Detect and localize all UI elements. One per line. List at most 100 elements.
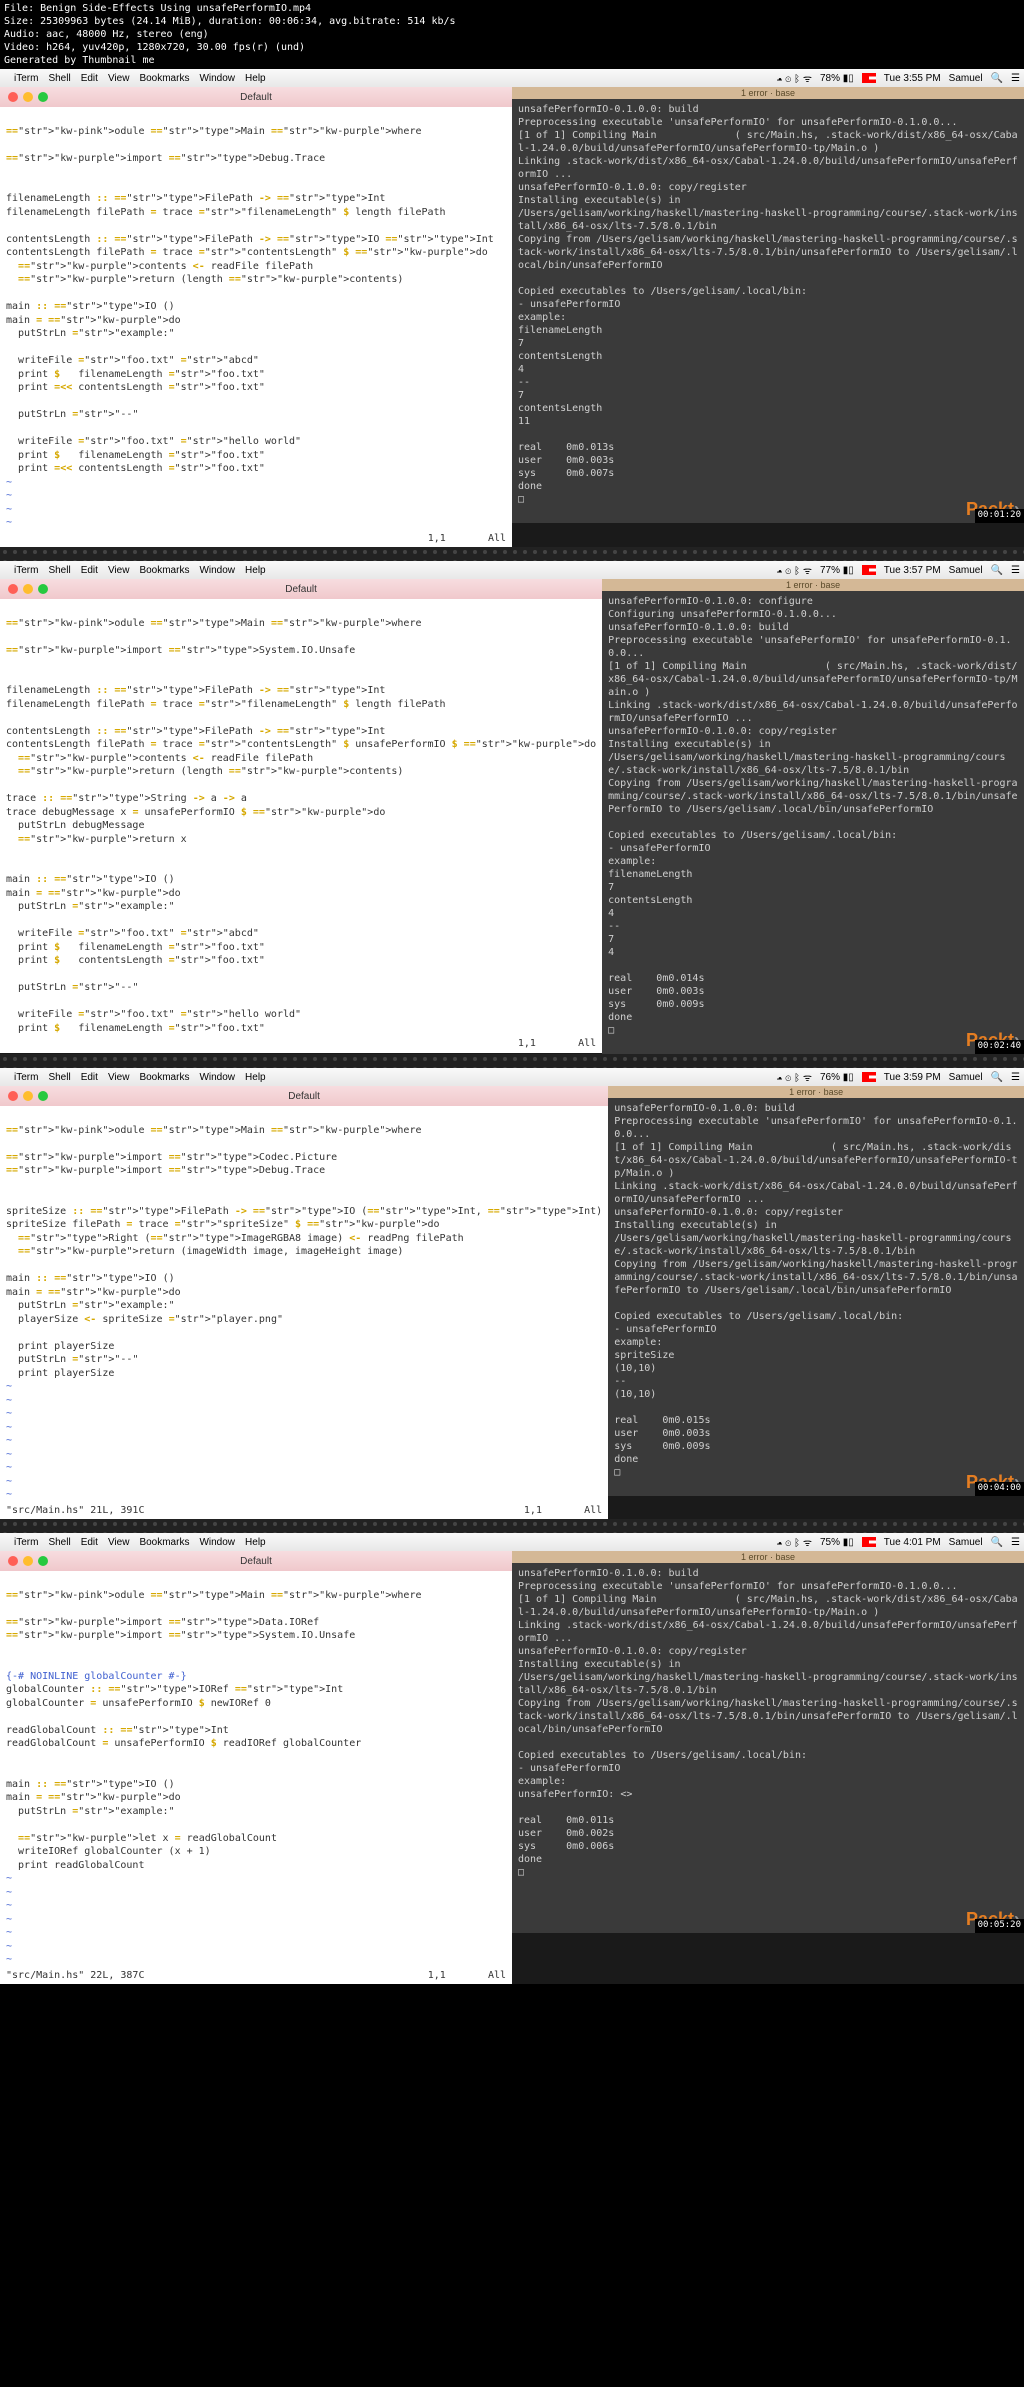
menu-item[interactable]: iTerm bbox=[14, 1072, 38, 1083]
status-file: "src/Main.hs" 22L, 387C bbox=[6, 1969, 144, 1983]
code-editor[interactable]: =="str">"kw-pink">odule =="str">"type">M… bbox=[0, 107, 512, 547]
status-bar: ☁ ⊙ ᛒ ᯤ 76% ▮▯ Tue 3:59 PM Samuel 🔍 ☰ bbox=[608, 1068, 1024, 1086]
menu-item[interactable]: Window bbox=[199, 73, 235, 84]
menu-item[interactable]: Shell bbox=[48, 565, 70, 576]
terminal-output[interactable]: unsafePerformIO-0.1.0.0: build Preproces… bbox=[512, 1563, 1024, 1933]
menu-item[interactable]: View bbox=[108, 1072, 130, 1083]
zoom-icon[interactable] bbox=[38, 1091, 48, 1101]
menu-icon[interactable]: ☰ bbox=[1011, 565, 1020, 576]
menu-item[interactable]: Window bbox=[199, 565, 235, 576]
close-icon[interactable] bbox=[8, 1556, 18, 1566]
username: Samuel bbox=[949, 73, 983, 84]
menu-item[interactable]: Bookmarks bbox=[139, 565, 189, 576]
menu-item[interactable]: Help bbox=[245, 565, 266, 576]
error-bar: 1 error · base bbox=[608, 1086, 1024, 1098]
menu-item[interactable]: Bookmarks bbox=[139, 1537, 189, 1548]
menubar[interactable]: iTerm Shell Edit View Bookmarks Window Help bbox=[0, 1533, 512, 1551]
battery-pct: 76% ▮▯ bbox=[820, 1072, 854, 1083]
menu-item[interactable]: View bbox=[108, 565, 130, 576]
menu-item[interactable]: Edit bbox=[81, 565, 98, 576]
menu-item[interactable]: Shell bbox=[48, 73, 70, 84]
menu-icon[interactable]: ☰ bbox=[1011, 73, 1020, 84]
tab-title: Default bbox=[240, 1556, 272, 1567]
search-icon[interactable]: 🔍 bbox=[991, 73, 1003, 84]
terminal-output[interactable]: unsafePerformIO-0.1.0.0: build Preproces… bbox=[512, 99, 1024, 523]
screenshot-row: iTerm Shell Edit View Bookmarks Window Help De… bbox=[0, 561, 1024, 1054]
vim-statusline: "src/Main.hs" 22L, 387C 1,1 All bbox=[0, 1967, 512, 1985]
menu-item[interactable]: Shell bbox=[48, 1072, 70, 1083]
menubar[interactable]: iTerm Shell Edit View Bookmarks Window Help bbox=[0, 69, 512, 87]
window-titlebar[interactable]: Default bbox=[0, 1551, 512, 1571]
close-icon[interactable] bbox=[8, 584, 18, 594]
menu-item[interactable]: iTerm bbox=[14, 565, 38, 576]
menubar[interactable]: iTerm Shell Edit View Bookmarks Window Help bbox=[0, 1068, 608, 1086]
close-icon[interactable] bbox=[8, 92, 18, 102]
status-pos: 1,1 bbox=[428, 1970, 446, 1981]
menu-icon[interactable]: ☰ bbox=[1011, 1537, 1020, 1548]
status-mode: All bbox=[578, 1038, 596, 1049]
menu-item[interactable]: Help bbox=[245, 73, 266, 84]
minimize-icon[interactable] bbox=[23, 1556, 33, 1566]
minimize-icon[interactable] bbox=[23, 584, 33, 594]
clock: Tue 3:59 PM bbox=[884, 1072, 941, 1083]
screenshot-row: iTerm Shell Edit View Bookmarks Window Help De… bbox=[0, 1533, 1024, 1984]
menu-item[interactable]: Edit bbox=[81, 1537, 98, 1548]
close-icon[interactable] bbox=[8, 1091, 18, 1101]
zoom-icon[interactable] bbox=[38, 1556, 48, 1566]
vim-statusline: 1,1 All bbox=[0, 1035, 602, 1053]
meta-file: File: Benign Side-Effects Using unsafePe… bbox=[4, 2, 1020, 15]
username: Samuel bbox=[949, 565, 983, 576]
menu-icon[interactable]: ☰ bbox=[1011, 1072, 1020, 1083]
menu-item[interactable]: Shell bbox=[48, 1537, 70, 1548]
window-titlebar[interactable]: Default bbox=[0, 579, 602, 599]
menubar[interactable]: iTerm Shell Edit View Bookmarks Window Help bbox=[0, 561, 602, 579]
status-icons: ☁ ⊙ ᛒ ᯤ bbox=[777, 1070, 812, 1084]
terminal-output[interactable]: unsafePerformIO-0.1.0.0: configure Confi… bbox=[602, 591, 1024, 1054]
meta-gen: Generated by Thumbnail me bbox=[4, 54, 1020, 67]
menu-item[interactable]: Bookmarks bbox=[139, 1072, 189, 1083]
menu-item[interactable]: Edit bbox=[81, 73, 98, 84]
status-mode: All bbox=[584, 1505, 602, 1516]
menu-item[interactable]: iTerm bbox=[14, 1537, 38, 1548]
menu-item[interactable]: iTerm bbox=[14, 73, 38, 84]
meta-size: Size: 25309963 bytes (24.14 MiB), durati… bbox=[4, 15, 1020, 28]
window-titlebar[interactable]: Default bbox=[0, 87, 512, 107]
menu-item[interactable]: Edit bbox=[81, 1072, 98, 1083]
window-titlebar[interactable]: Default bbox=[0, 1086, 608, 1106]
zoom-icon[interactable] bbox=[38, 92, 48, 102]
code-editor[interactable]: =="str">"kw-pink">odule =="str">"type">M… bbox=[0, 1106, 608, 1519]
menu-item[interactable]: Bookmarks bbox=[139, 73, 189, 84]
search-icon[interactable]: 🔍 bbox=[991, 1072, 1003, 1083]
zoom-icon[interactable] bbox=[38, 584, 48, 594]
flag-icon bbox=[862, 565, 876, 575]
editor-pane: iTerm Shell Edit View Bookmarks Window Help De… bbox=[0, 69, 512, 547]
battery-pct: 78% ▮▯ bbox=[820, 73, 854, 84]
flag-icon bbox=[862, 1537, 876, 1547]
tab-title: Default bbox=[288, 1091, 320, 1102]
menu-item[interactable]: Help bbox=[245, 1072, 266, 1083]
status-bar: ☁ ⊙ ᛒ ᯤ 77% ▮▯ Tue 3:57 PM Samuel 🔍 ☰ bbox=[602, 561, 1024, 579]
flag-icon bbox=[862, 73, 876, 83]
menu-item[interactable]: Help bbox=[245, 1537, 266, 1548]
status-bar: ☁ ⊙ ᛒ ᯤ 78% ▮▯ Tue 3:55 PM Samuel 🔍 ☰ bbox=[512, 69, 1024, 87]
battery-pct: 77% ▮▯ bbox=[820, 565, 854, 576]
meta-video: Video: h264, yuv420p, 1280x720, 30.00 fp… bbox=[4, 41, 1020, 54]
terminal-pane: ☁ ⊙ ᛒ ᯤ 75% ▮▯ Tue 4:01 PM Samuel 🔍 ☰ 1 … bbox=[512, 1533, 1024, 1984]
terminal-pane: ☁ ⊙ ᛒ ᯤ 77% ▮▯ Tue 3:57 PM Samuel 🔍 ☰ 1 … bbox=[602, 561, 1024, 1054]
minimize-icon[interactable] bbox=[23, 1091, 33, 1101]
search-icon[interactable]: 🔍 bbox=[991, 1537, 1003, 1548]
menu-item[interactable]: Window bbox=[199, 1537, 235, 1548]
flag-icon bbox=[862, 1072, 876, 1082]
menu-item[interactable]: View bbox=[108, 1537, 130, 1548]
menu-item[interactable]: Window bbox=[199, 1072, 235, 1083]
code-editor[interactable]: =="str">"kw-pink">odule =="str">"type">M… bbox=[0, 1571, 512, 1984]
status-pos: 1,1 bbox=[524, 1505, 542, 1516]
terminal-output[interactable]: unsafePerformIO-0.1.0.0: build Preproces… bbox=[608, 1098, 1024, 1496]
code-editor[interactable]: =="str">"kw-pink">odule =="str">"type">M… bbox=[0, 599, 602, 1053]
menu-item[interactable]: View bbox=[108, 73, 130, 84]
video-timestamp: 00:01:20 bbox=[975, 509, 1024, 523]
editor-pane: iTerm Shell Edit View Bookmarks Window Help De… bbox=[0, 561, 602, 1054]
search-icon[interactable]: 🔍 bbox=[991, 565, 1003, 576]
minimize-icon[interactable] bbox=[23, 92, 33, 102]
status-icons: ☁ ⊙ ᛒ ᯤ bbox=[777, 1535, 812, 1549]
